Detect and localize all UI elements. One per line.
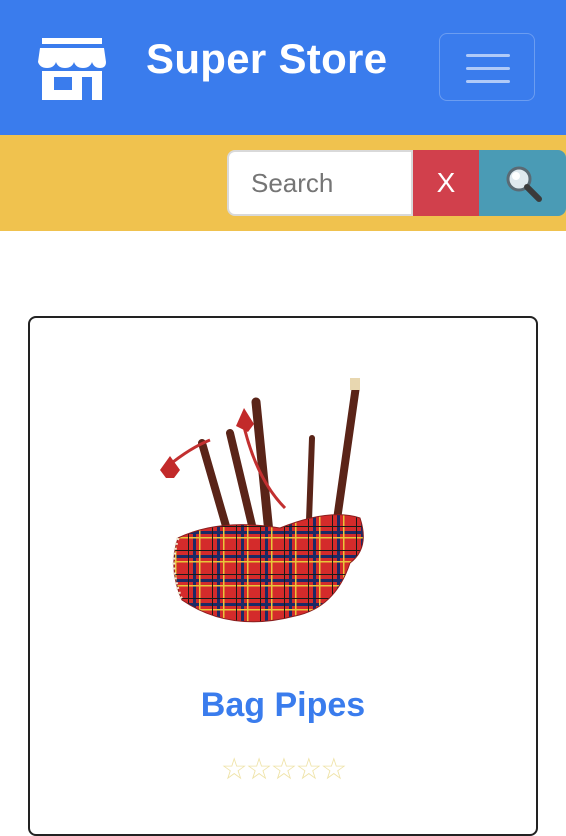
search-input[interactable] — [227, 150, 413, 216]
clear-search-button[interactable]: X — [413, 150, 479, 216]
store-icon[interactable] — [38, 38, 106, 100]
clear-label: X — [436, 167, 456, 198]
hamburger-icon-bar — [466, 67, 510, 70]
star-rating: ☆☆☆☆☆ — [220, 753, 347, 786]
hamburger-icon — [466, 54, 510, 57]
product-card[interactable]: Bag Pipes ☆☆☆☆☆ — [28, 316, 538, 836]
bagpipes-image[interactable] — [160, 378, 410, 638]
navbar: Super Store — [0, 0, 566, 135]
hamburger-icon-bar — [466, 80, 510, 83]
search-submit-button[interactable] — [479, 150, 566, 216]
product-name[interactable]: Bag Pipes — [30, 686, 536, 725]
hamburger-menu-button[interactable] — [439, 33, 535, 101]
brand-title[interactable]: Super Store — [146, 34, 387, 84]
magnifier-icon — [506, 166, 542, 202]
